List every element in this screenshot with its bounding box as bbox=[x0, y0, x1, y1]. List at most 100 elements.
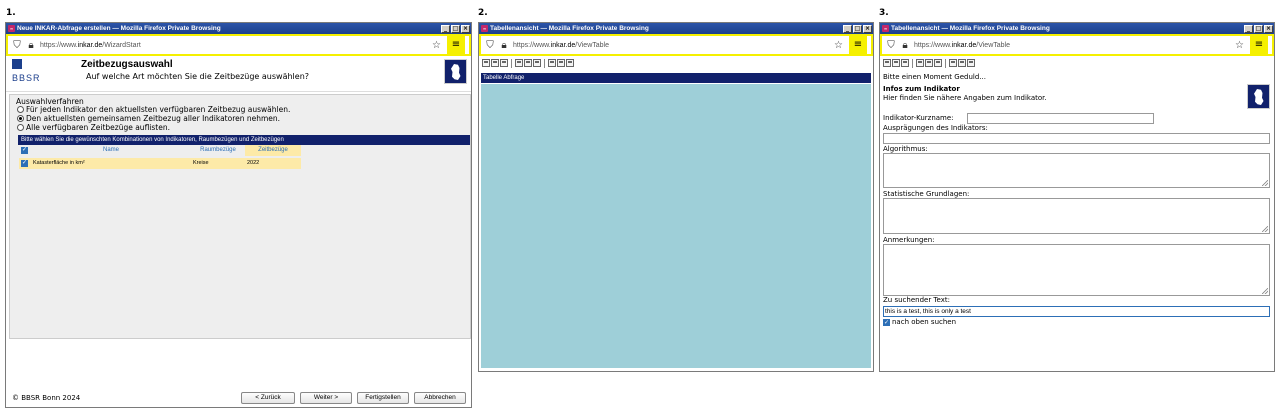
firefox-private-icon: ∞ bbox=[481, 25, 488, 32]
url-prefix: https://www. bbox=[40, 41, 78, 49]
radio-option-list-all[interactable]: Alle verfügbaren Zeitbezüge auflisten. bbox=[17, 123, 170, 132]
germany-map-icon bbox=[1247, 84, 1270, 109]
resize-handle-icon[interactable] bbox=[1262, 180, 1268, 186]
lock-icon[interactable]: 🔒︎ bbox=[26, 40, 36, 51]
search-label: Zu suchender Text: bbox=[883, 296, 950, 304]
search-input[interactable]: this is a test, this is only a test bbox=[883, 306, 1270, 317]
back-button[interactable]: < Zurück bbox=[241, 392, 295, 404]
hamburger-menu-icon[interactable]: ≡ bbox=[1250, 36, 1268, 54]
column-header-name[interactable]: Name bbox=[31, 145, 191, 156]
radio-button[interactable] bbox=[17, 124, 24, 131]
next-button[interactable]: Weiter > bbox=[300, 392, 352, 404]
url-text[interactable]: https://www.inkar.de/ViewTable bbox=[914, 42, 1235, 49]
search-icon[interactable] bbox=[967, 59, 975, 67]
export-icon[interactable] bbox=[482, 59, 490, 67]
lock-icon[interactable]: 🔒︎ bbox=[900, 40, 910, 51]
window-titlebar[interactable]: ∞ Tabellenansicht — Mozilla Firefox Priv… bbox=[880, 23, 1274, 34]
save-icon[interactable] bbox=[892, 59, 900, 67]
edit-icon[interactable] bbox=[533, 59, 541, 67]
germany-map-icon bbox=[444, 59, 467, 84]
address-bar[interactable]: ⛉ 🔒︎ https://www.inkar.de/ViewTable ☆ ≡ bbox=[880, 34, 1274, 56]
search-up-checkbox[interactable]: ✓ bbox=[883, 318, 890, 326]
url-domain: inkar.de bbox=[550, 41, 576, 49]
url-text[interactable]: https://www.inkar.de/WizardStart bbox=[40, 42, 432, 49]
close-button[interactable]: × bbox=[461, 24, 470, 33]
search-up-label: nach oben suchen bbox=[892, 318, 957, 326]
cancel-button[interactable]: Abbrechen bbox=[414, 392, 466, 404]
filter-icon[interactable] bbox=[925, 59, 933, 67]
search-up-option[interactable]: ✓ nach oben suchen bbox=[883, 318, 956, 326]
radio-option-common-latest[interactable]: Den aktuellsten gemeinsamen Zeitbezug al… bbox=[17, 114, 280, 123]
document-icon[interactable] bbox=[949, 59, 957, 67]
chart-icon[interactable] bbox=[515, 59, 523, 67]
radio-button-selected[interactable] bbox=[17, 115, 24, 122]
minimize-button[interactable]: _ bbox=[843, 24, 852, 33]
step-number-1: 1. bbox=[6, 8, 16, 18]
anmerkungen-textarea[interactable] bbox=[883, 244, 1270, 296]
info-icon[interactable] bbox=[958, 59, 966, 67]
bbsr-logo: BBSR bbox=[12, 59, 41, 83]
row-checkbox[interactable]: ✓ bbox=[21, 160, 28, 167]
select-all-checkbox[interactable]: ✓ bbox=[21, 147, 28, 154]
statistik-textarea[interactable] bbox=[883, 198, 1270, 234]
info-title: Infos zum Indikator bbox=[883, 85, 960, 93]
radio-button[interactable] bbox=[17, 106, 24, 113]
resize-handle-icon[interactable] bbox=[1262, 288, 1268, 294]
wizard-body: Auswahlverfahren Für jeden Indikator den… bbox=[9, 94, 471, 339]
page-subtitle: Auf welche Art möchten Sie die Zeitbezüg… bbox=[86, 72, 310, 81]
window-title: Tabellenansicht — Mozilla Firefox Privat… bbox=[490, 25, 649, 32]
filter-icon[interactable] bbox=[524, 59, 532, 67]
toolbar-separator bbox=[511, 58, 512, 68]
algorithmus-label: Algorithmus: bbox=[883, 145, 928, 153]
cell-zeit: 2022 bbox=[247, 160, 260, 166]
close-button[interactable]: × bbox=[863, 24, 872, 33]
save-icon[interactable] bbox=[491, 59, 499, 67]
finish-button[interactable]: Fertigstellen bbox=[357, 392, 409, 404]
shield-icon[interactable]: ⛉ bbox=[12, 40, 22, 51]
bookmark-star-icon[interactable]: ☆ bbox=[1235, 40, 1244, 51]
window-titlebar[interactable]: ∞ Tabellenansicht — Mozilla Firefox Priv… bbox=[479, 23, 873, 34]
bookmark-star-icon[interactable]: ☆ bbox=[432, 40, 441, 51]
hamburger-menu-icon[interactable]: ≡ bbox=[447, 36, 465, 54]
edit-icon[interactable] bbox=[934, 59, 942, 67]
algorithmus-textarea[interactable] bbox=[883, 153, 1270, 188]
window-titlebar[interactable]: ∞ Neue INKAR-Abfrage erstellen — Mozilla… bbox=[6, 23, 471, 34]
address-bar[interactable]: ⛉ 🔒︎ https://www.inkar.de/ViewTable ☆ ≡ bbox=[479, 34, 873, 56]
url-path: /WizardStart bbox=[102, 41, 141, 49]
table-title-bar: Tabelle Abfrage bbox=[481, 73, 871, 83]
table-content-area[interactable] bbox=[481, 84, 871, 368]
minimize-button[interactable]: _ bbox=[441, 24, 450, 33]
maximize-button[interactable]: □ bbox=[451, 24, 460, 33]
info-icon[interactable] bbox=[557, 59, 565, 67]
column-header-zeit[interactable]: Zeitbezüge bbox=[245, 145, 301, 156]
shield-icon[interactable]: ⛉ bbox=[485, 40, 495, 51]
close-button[interactable]: × bbox=[1264, 24, 1273, 33]
chart-icon[interactable] bbox=[916, 59, 924, 67]
search-icon[interactable] bbox=[566, 59, 574, 67]
firefox-private-icon: ∞ bbox=[8, 25, 15, 32]
table-icon[interactable] bbox=[901, 59, 909, 67]
minimize-button[interactable]: _ bbox=[1244, 24, 1253, 33]
url-text[interactable]: https://www.inkar.de/ViewTable bbox=[513, 42, 834, 49]
url-prefix: https://www. bbox=[513, 41, 551, 49]
bbsr-logo-text: BBSR bbox=[12, 73, 41, 83]
hamburger-menu-icon[interactable]: ≡ bbox=[849, 36, 867, 54]
firefox-private-icon: ∞ bbox=[882, 25, 889, 32]
column-header-raum[interactable]: Raumbezüge bbox=[191, 145, 245, 156]
short-name-field[interactable] bbox=[967, 113, 1154, 124]
lock-icon[interactable]: 🔒︎ bbox=[499, 40, 509, 51]
maximize-button[interactable]: □ bbox=[1254, 24, 1263, 33]
table-icon[interactable] bbox=[500, 59, 508, 67]
shield-icon[interactable]: ⛉ bbox=[886, 40, 896, 51]
table-row[interactable]: ✓ Katasterfläche in km² Kreise 2022 bbox=[19, 158, 301, 169]
bookmark-star-icon[interactable]: ☆ bbox=[834, 40, 843, 51]
export-icon[interactable] bbox=[883, 59, 891, 67]
bbsr-logo-mark bbox=[12, 59, 22, 69]
document-icon[interactable] bbox=[548, 59, 556, 67]
radio-label: Für jeden Indikator den aktuellsten verf… bbox=[26, 105, 291, 114]
maximize-button[interactable]: □ bbox=[853, 24, 862, 33]
resize-handle-icon[interactable] bbox=[1262, 226, 1268, 232]
radio-option-each-latest[interactable]: Für jeden Indikator den aktuellsten verf… bbox=[17, 105, 290, 114]
auspraegungen-field[interactable] bbox=[883, 133, 1270, 144]
address-bar[interactable]: ⛉ 🔒︎ https://www.inkar.de/WizardStart ☆ … bbox=[6, 34, 471, 56]
